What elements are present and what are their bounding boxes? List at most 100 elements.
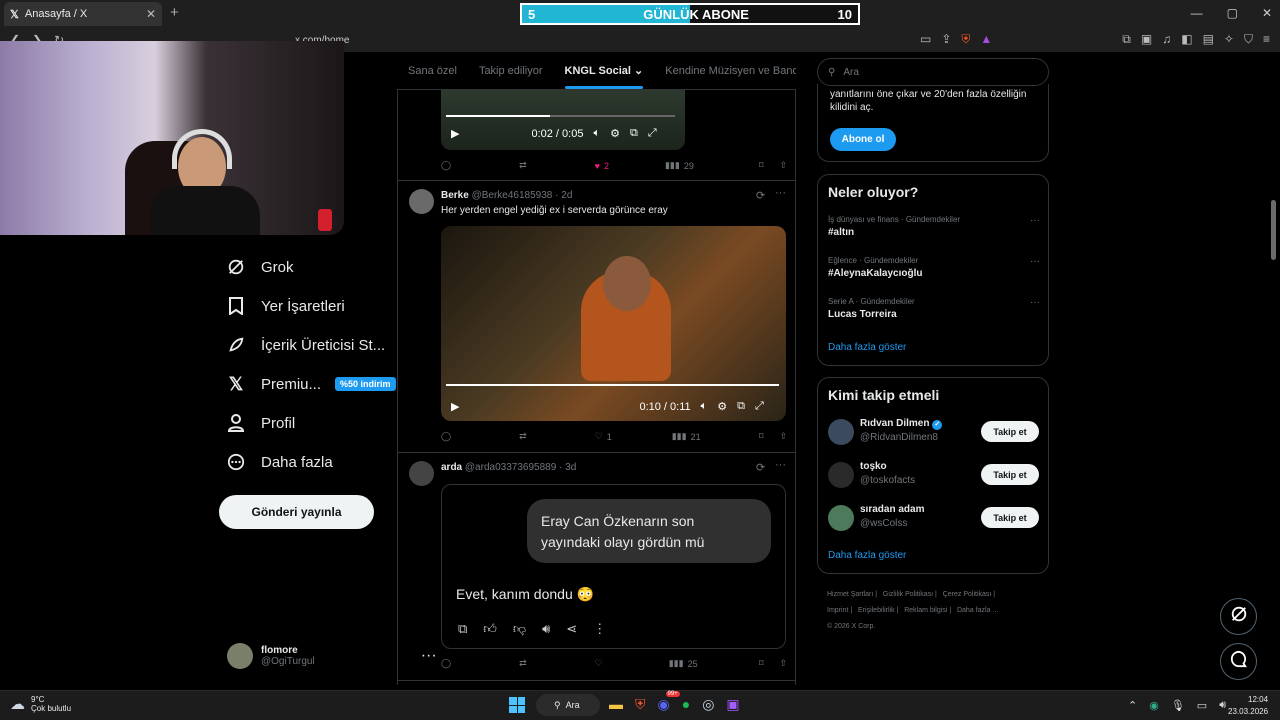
windows-start-icon[interactable] [509,697,525,713]
settings-icon[interactable]: ⚙ [610,127,620,140]
footer-cookies[interactable]: Çerez Politikası [943,591,992,598]
nav-grok[interactable]: Grok [225,256,294,278]
post-author-handle-3[interactable]: @arda03373695889 [465,462,556,473]
nav-premium[interactable]: 𝕏 Premiu... %50 indirim [225,373,396,395]
follow-suggestion[interactable]: sıradan adam @wsColss Takip et [828,504,1040,532]
play-icon[interactable]: ▶ [451,127,459,140]
file-explorer-icon[interactable]: ▬ [609,696,623,713]
rewards-icon[interactable]: ▲ [980,32,992,47]
video-player-2[interactable]: ▶ 0:10 / 0:11 🔈︎ ⚙ ⧉ ⤢ [441,226,786,421]
post-button[interactable]: Gönderi yayınla [219,495,374,529]
reply-icon[interactable]: ◯ [441,658,451,669]
tab-for-you[interactable]: Sana özel [408,65,457,77]
grok-explain-icon[interactable]: ⟳ [756,189,765,202]
messages-fab[interactable] [1220,643,1257,680]
security-icon[interactable]: ◉ [1149,699,1159,712]
leo-icon[interactable]: ✧ [1224,32,1234,47]
follow-suggestion[interactable]: Rıdvan Dilmen ✓ @RidvanDilmen8 Takip et [828,418,1040,446]
mic-icon[interactable]: 🎙︎ [1171,699,1185,712]
follow-button[interactable]: Takip et [981,421,1039,442]
extensions-icon[interactable]: ⧉ [1122,32,1131,47]
nav-more[interactable]: Daha fazla [225,451,333,473]
weather-widget[interactable]: ☁ 9°C Çok bulutlu [10,695,71,713]
post-more-icon[interactable]: ··· [775,459,786,471]
follow-show-more[interactable]: Daha fazla göster [828,550,906,561]
follow-suggestion[interactable]: toşko @toskofacts Takip et [828,461,1040,489]
footer-privacy[interactable]: Gizlilik Politikası [883,591,933,598]
video-progress-1[interactable] [446,115,550,117]
repost-icon[interactable]: ⇄ [519,431,527,442]
trend-more-icon[interactable]: ··· [1030,215,1040,226]
views-icon[interactable]: ▮▮▮ [672,431,687,442]
tab-musician[interactable]: Kendine Müzisyen ve Bandosu [665,65,796,77]
follow-button[interactable]: Takip et [981,507,1039,528]
grok-explain-icon[interactable]: ⟳ [756,461,765,474]
sidebar-icon[interactable]: ◧ [1181,32,1192,47]
steam-icon[interactable]: ◎ [702,696,714,713]
trend-more-icon[interactable]: ··· [1030,297,1040,308]
like-icon[interactable]: ♡ [595,658,603,669]
speaker-icon[interactable]: 🔊︎ [1219,699,1226,712]
footer-ads-info[interactable]: Reklam bilgisi [904,607,947,614]
app-icon[interactable]: ▣ [726,696,739,713]
wallet-icon[interactable]: ▤ [1203,32,1214,47]
share-post-icon[interactable]: ⇧ [779,431,787,442]
follow-button[interactable]: Takip et [981,464,1039,485]
browser-tab[interactable]: 𝕏 Anasayfa / X ✕ [4,2,162,26]
footer-accessibility[interactable]: Erişilebilirlik [858,607,895,614]
music-icon[interactable]: ♫ [1162,32,1171,47]
network-icon[interactable]: ▭ [1197,699,1207,712]
settings-icon[interactable]: ⚙ [717,400,727,413]
maximize-icon[interactable]: ▢ [1227,6,1238,20]
volume-icon[interactable]: 🔈︎ [593,127,600,140]
video-progress-2[interactable] [446,384,779,386]
grok-fab[interactable] [1220,598,1257,635]
volume-icon[interactable]: 🔈︎ [701,400,708,413]
tray-chevron-icon[interactable]: ⌃ [1128,699,1137,712]
subscribe-button[interactable]: Abone ol [830,128,896,151]
trend-item[interactable]: Eğlence · Gündemdekiler #AleynaKalaycıoğ… [828,256,1040,279]
post-author-name-2[interactable]: Berke [441,190,469,201]
views-icon[interactable]: ▮▮▮ [669,658,684,669]
screenshot-icon[interactable]: ▣ [1141,32,1152,47]
share-icon[interactable]: ⇪ [941,32,951,47]
tab-following[interactable]: Takip ediliyor [479,65,543,77]
spotify-icon[interactable]: ● [682,696,690,713]
new-tab-icon[interactable]: + [170,4,179,21]
post-author-handle-2[interactable]: @Berke46185938 [472,190,553,201]
fullscreen-icon[interactable]: ⤢ [648,127,657,140]
bookmark-post-icon[interactable]: ⌑ [759,658,764,669]
footer-terms[interactable]: Hizmet Şartları [827,591,873,598]
minimize-icon[interactable]: — [1191,6,1203,20]
reply-icon[interactable]: ◯ [441,160,451,171]
reply-icon[interactable]: ◯ [441,431,451,442]
vpn-icon[interactable]: ⛉ [1244,32,1253,47]
nav-bookmarks[interactable]: Yer İşaretleri [225,295,345,317]
post-avatar-2[interactable] [409,189,434,214]
trend-item[interactable]: İş dünyası ve finans · Gündemdekiler #al… [828,215,1040,238]
share-post-icon[interactable]: ⇧ [779,160,787,171]
trend-item[interactable]: Serie A · Gündemdekiler Lucas Torreira ·… [828,297,1040,320]
close-tab-icon[interactable]: ✕ [146,7,156,21]
like-icon[interactable]: ♥ [595,161,600,171]
views-icon[interactable]: ▮▮▮ [665,160,680,171]
page-scrollbar[interactable] [1271,200,1276,260]
post-avatar-3[interactable] [409,461,434,486]
post-author-name-3[interactable]: arda [441,462,462,473]
discord-icon[interactable]: ◉ 99+ [658,691,680,713]
install-icon[interactable]: ▭ [920,32,931,47]
share-post-icon[interactable]: ⇧ [779,658,787,669]
pip-icon[interactable]: ⧉ [630,127,638,140]
bookmark-post-icon[interactable]: ⌑ [759,160,764,171]
play-icon[interactable]: ▶ [451,400,459,413]
menu-icon[interactable]: ≡ [1263,32,1270,47]
brave-shield-icon[interactable]: ⛨ [961,32,970,47]
fullscreen-icon[interactable]: ⤢ [755,400,764,413]
close-window-icon[interactable]: ✕ [1262,6,1272,20]
footer-more[interactable]: Daha fazla ... [957,607,998,614]
brave-browser-icon[interactable]: ⛨ [635,696,646,713]
trend-more-icon[interactable]: ··· [1030,256,1040,267]
nav-profile[interactable]: Profil [225,412,295,434]
clock[interactable]: 12:04 23.03.2026 [1228,694,1268,718]
search-input[interactable]: ⚲ Ara [817,58,1049,86]
